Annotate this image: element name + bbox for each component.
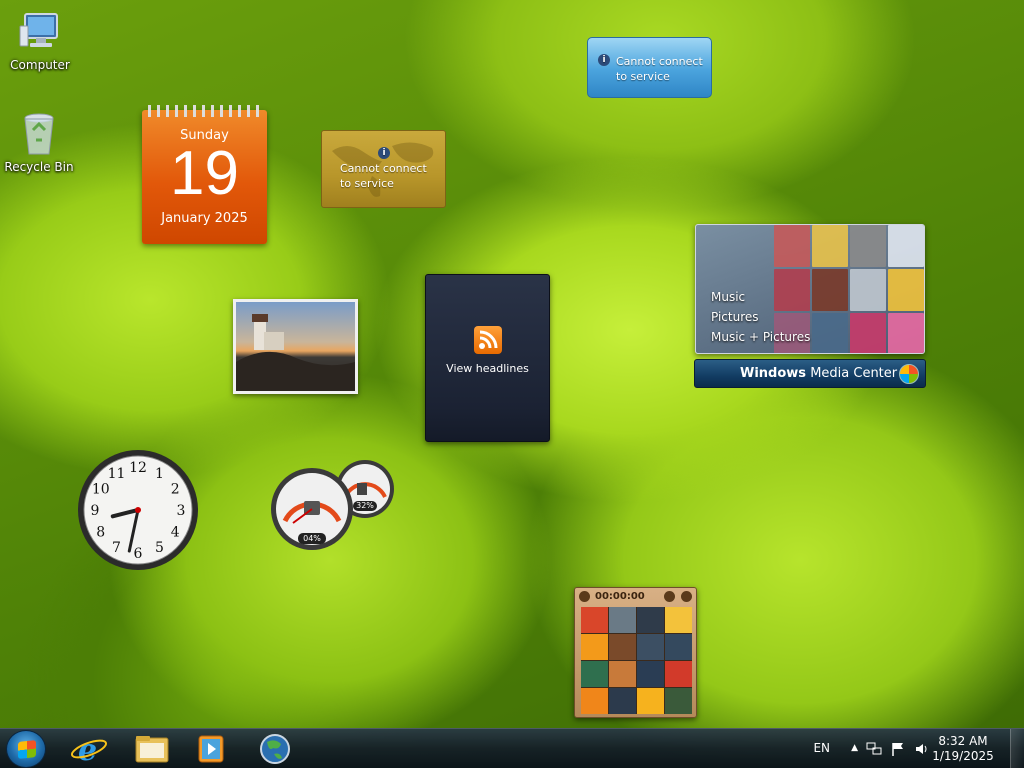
taskbar-browser[interactable] <box>250 732 300 766</box>
clock-numeral: 12 <box>129 460 147 476</box>
clock-numeral: 8 <box>96 525 105 541</box>
action-center-flag-icon[interactable] <box>890 741 906 760</box>
clock-numeral: 9 <box>91 503 100 519</box>
desktop-icon-label: Computer <box>10 58 70 72</box>
browser-globe-icon <box>260 734 290 764</box>
weather-gadget[interactable]: i Cannot connect to service <box>587 37 712 98</box>
currency-gadget[interactable]: i Cannot connect to service <box>321 130 446 208</box>
slideshow-gadget[interactable] <box>233 299 358 394</box>
svg-text:e: e <box>78 733 97 766</box>
media-center-product: Media Center <box>810 366 898 381</box>
cpu-meter-gadget[interactable]: 04% 32% <box>271 459 397 551</box>
desktop-icon-recycle-bin[interactable]: Recycle Bin <box>0 110 79 174</box>
clock-numeral: 3 <box>177 503 186 519</box>
clock-numeral: 10 <box>92 482 110 498</box>
puzzle-timer-icon <box>579 591 590 602</box>
calendar-binding-rings <box>148 105 261 117</box>
clock-numeral: 7 <box>112 540 121 556</box>
network-icon[interactable] <box>866 741 882 760</box>
clock-face: 12 12 3 45678 9 1011 <box>78 450 198 570</box>
desktop-icon-computer[interactable]: Computer <box>0 8 80 72</box>
media-player-icon <box>198 735 224 763</box>
show-desktop-button[interactable] <box>1010 729 1024 768</box>
taskbar-internet-explorer[interactable]: e <box>64 732 114 768</box>
puzzle-tiles[interactable] <box>581 607 692 714</box>
slideshow-photo <box>236 302 355 391</box>
taskbar-windows-explorer[interactable] <box>126 732 176 766</box>
memory-usage-readout: 32% <box>356 501 374 510</box>
clock-numeral: 4 <box>171 525 180 541</box>
computer-icon <box>16 8 64 56</box>
weather-status-message: Cannot connect to service <box>616 55 703 83</box>
media-menu-music-pictures[interactable]: Music + Pictures <box>711 327 810 347</box>
taskbar-date: 1/19/2025 <box>932 749 994 763</box>
calendar-gadget[interactable]: Sunday 19 January 2025 <box>142 105 267 244</box>
clock-numeral: 2 <box>171 482 180 498</box>
media-center-launch-bar[interactable]: Windows Media Center <box>694 359 926 388</box>
taskbar-clock[interactable]: 8:32 AM 1/19/2025 <box>928 734 998 764</box>
media-center-gadget[interactable]: Music Pictures Music + Pictures <box>695 224 925 354</box>
start-button[interactable] <box>6 730 46 768</box>
clock-numeral: 11 <box>108 466 126 482</box>
show-hidden-icons-icon[interactable]: ▲ <box>851 743 858 753</box>
clock-numeral: 6 <box>134 546 143 562</box>
taskbar-time: 8:32 AM <box>938 734 988 748</box>
media-center-menu: Music Pictures Music + Pictures <box>711 287 810 347</box>
calendar-month-year: January 2025 <box>161 211 248 226</box>
recycle-bin-icon <box>15 110 63 158</box>
clock-numeral: 1 <box>155 466 164 482</box>
taskbar-media-player[interactable] <box>186 732 236 766</box>
windows-logo-icon <box>18 740 36 759</box>
windows-logo-icon <box>899 364 919 384</box>
rss-icon <box>473 326 502 354</box>
clock-gadget[interactable]: 12 1 2 3 4 5 6 7 8 9 10 11 <box>76 448 200 572</box>
language-indicator[interactable]: EN <box>813 741 830 755</box>
system-tray: EN ▲ 8:32 AM 1/19/2025 <box>784 729 1024 768</box>
info-icon: i <box>598 54 610 66</box>
taskbar: e EN ▲ 8:32 AM 1/19/2025 <box>0 728 1024 768</box>
media-menu-music[interactable]: Music <box>711 287 810 307</box>
puzzle-peek-icon[interactable] <box>681 591 692 602</box>
currency-status-message: Cannot connect to service <box>340 162 427 190</box>
info-icon: i <box>378 147 390 159</box>
media-menu-pictures[interactable]: Pictures <box>711 307 810 327</box>
feed-headlines-gadget[interactable]: View headlines <box>425 274 550 442</box>
calendar-day-number: 19 <box>170 139 239 208</box>
media-center-brand: Windows <box>740 366 807 381</box>
internet-explorer-icon: e <box>70 733 108 768</box>
puzzle-timer: 00:00:00 <box>595 591 645 602</box>
puzzle-help-icon[interactable] <box>663 591 675 602</box>
desktop-icon-label: Recycle Bin <box>4 160 74 174</box>
picture-puzzle-gadget[interactable]: 00:00:00 <box>574 587 697 718</box>
view-headlines-link[interactable]: View headlines <box>426 362 549 375</box>
windows-explorer-icon <box>135 736 169 763</box>
clock-numeral: 5 <box>155 540 164 556</box>
cpu-usage-readout: 04% <box>303 534 321 543</box>
